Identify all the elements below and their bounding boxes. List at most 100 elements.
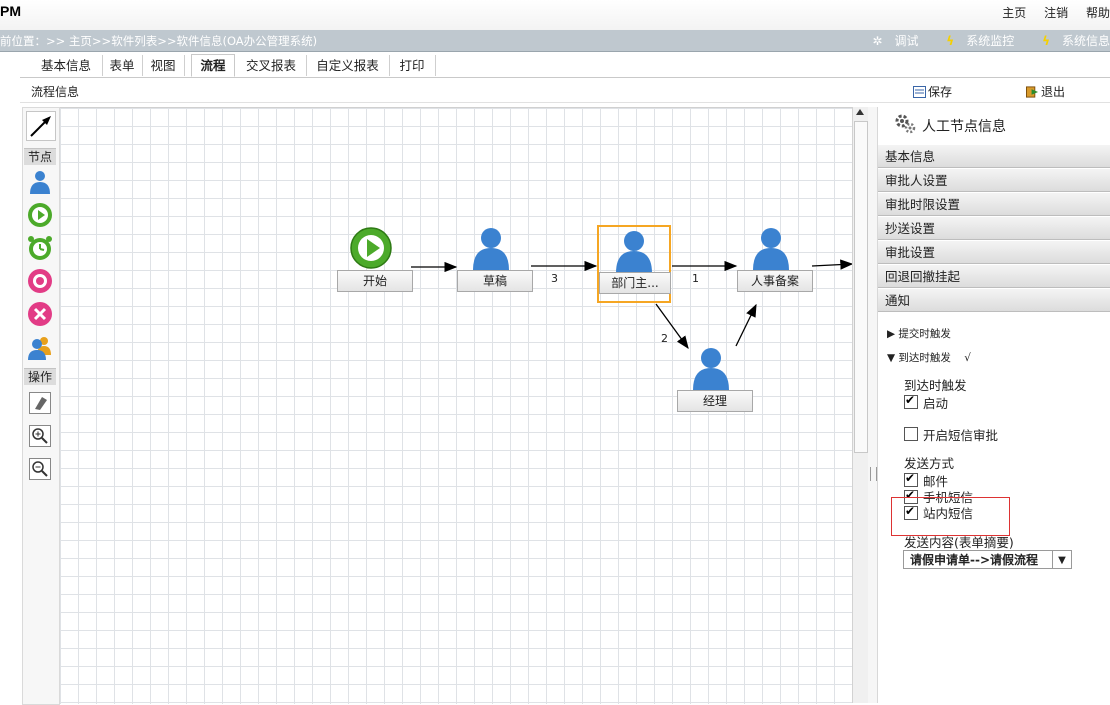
eraser-icon (29, 392, 51, 414)
node-label-dept-head: 部门主... (599, 272, 671, 294)
person-icon (693, 348, 729, 390)
section-time-limit-settings[interactable]: 审批时限设置 (878, 193, 1110, 216)
edge-label-draft-dept: 3 (551, 272, 558, 285)
app-logo: PM (0, 3, 21, 19)
scroll-up-arrow-icon[interactable] (856, 109, 864, 115)
zoom-in-icon (29, 425, 51, 447)
person-icon (30, 171, 50, 194)
section-rollback-settings[interactable]: 回退回撤挂起 (878, 265, 1110, 288)
tab-print[interactable]: 打印 (389, 55, 436, 76)
section-approval-settings[interactable]: 审批设置 (878, 241, 1110, 264)
flow-node-manager[interactable]: 经理 (677, 346, 753, 412)
tab-flow[interactable]: 流程 (191, 54, 235, 77)
save-icon (913, 86, 926, 98)
scroll-thumb[interactable] (854, 121, 868, 453)
arrive-trigger-toggle[interactable]: ▼ 到达时触发 √ (887, 350, 971, 365)
save-button[interactable]: 保存 (913, 83, 952, 100)
select-pointer-tool[interactable] (26, 111, 56, 141)
sms-approve-label: 开启短信审批 (923, 428, 999, 443)
section-notify[interactable]: 通知 (878, 289, 1110, 312)
submit-trigger-toggle[interactable]: ▶ 提交时触发 (887, 326, 951, 341)
zoom-in-tool[interactable] (26, 422, 54, 450)
person-icon (473, 228, 509, 270)
gear-icon (895, 114, 916, 134)
close-icon (28, 302, 52, 326)
edge-label-dept-manager: 2 (661, 332, 668, 345)
top-links: 主页 注销 帮助 (988, 4, 1110, 21)
start-play-icon (350, 227, 392, 269)
node-label-manager: 经理 (677, 390, 753, 412)
edge-manager-hr (735, 303, 757, 347)
node-label-start: 开始 (337, 270, 413, 292)
flow-title: 流程信息 (31, 85, 80, 99)
section-cc-settings[interactable]: 抄送设置 (878, 217, 1110, 240)
home-link[interactable]: 主页 (1002, 6, 1026, 20)
sms-approve-checkbox[interactable] (904, 427, 918, 441)
debug-icon: ✲ (872, 34, 883, 48)
content-select[interactable]: 请假申请单-->请假流程 ▼ (903, 550, 1072, 569)
nodes-section-label: 节点 (24, 148, 56, 165)
eraser-tool[interactable] (26, 389, 54, 417)
canvas-scrollbar[interactable] (852, 107, 868, 703)
help-link[interactable]: 帮助 (1086, 6, 1110, 20)
zoom-out-icon (29, 458, 51, 480)
person-icon (616, 231, 652, 273)
debug-button[interactable]: ✲ 调试 (860, 34, 918, 48)
group-node-tool[interactable] (26, 333, 54, 361)
arrive-trigger-title: 到达时触发 (904, 378, 967, 393)
system-info-button[interactable]: ϟ 系统信息 (1030, 34, 1110, 48)
panel-title: 人工节点信息 (922, 119, 1006, 135)
exit-icon (1026, 86, 1039, 98)
zoom-out-tool[interactable] (26, 455, 54, 483)
node-label-draft: 草稿 (457, 270, 533, 292)
tab-cross-report[interactable]: 交叉报表 (236, 55, 307, 76)
play-icon (28, 203, 52, 227)
panel-splitter[interactable] (868, 107, 878, 703)
header-tools: ✲ 调试 ϟ 系统监控 ϟ 系统信息 (848, 32, 1110, 49)
flow-node-start[interactable]: 开始 (337, 226, 413, 292)
breadcrumb-bar: 前位置：>> 主页>>软件列表>>软件信息(OA办公管理系统) ✲ 调试 ϟ 系统监… (0, 30, 1110, 52)
splitter-grip-icon (870, 467, 877, 481)
flow-title-bar: 流程信息 保存 退出 (20, 80, 1110, 103)
stop-target-icon (28, 269, 52, 293)
tab-basic-info[interactable]: 基本信息 (30, 55, 103, 76)
panel-header: 人工节点信息 (878, 107, 1110, 146)
chevron-down-icon: ▼ (1052, 551, 1071, 568)
section-basic-info[interactable]: 基本信息 (878, 145, 1110, 168)
flow-node-draft[interactable]: 草稿 (457, 226, 533, 292)
system-monitor-button[interactable]: ϟ 系统监控 (934, 34, 1014, 48)
enable-checkbox[interactable] (904, 393, 918, 409)
flow-node-hr-record[interactable]: 人事备案 (737, 226, 813, 292)
send-mode-title: 发送方式 (904, 456, 955, 471)
person-icon (753, 228, 789, 270)
alarm-clock-icon (28, 236, 52, 260)
flow-node-dept-head[interactable]: 部门主... (597, 225, 671, 303)
tab-view[interactable]: 视图 (142, 55, 185, 76)
node-info-panel: 人工节点信息 基本信息 审批人设置 审批时限设置 抄送设置 审批设置 回退回撤挂… (878, 107, 1110, 703)
lightning-icon: ϟ (946, 34, 955, 48)
flow-canvas[interactable]: 3 1 2 开始 草稿 部门主... 人事备案 经理 (60, 107, 852, 704)
breadcrumb: 前位置：>> 主页>>软件列表>>软件信息(OA办公管理系统) (0, 34, 318, 48)
logout-link[interactable]: 注销 (1044, 6, 1068, 20)
pointer-arrow-icon (30, 116, 51, 137)
tab-form[interactable]: 表单 (102, 55, 143, 76)
tab-custom-report[interactable]: 自定义报表 (306, 55, 390, 76)
cancel-node-tool[interactable] (26, 300, 54, 328)
section-approver-settings[interactable]: 审批人设置 (878, 169, 1110, 192)
email-checkbox[interactable] (904, 471, 918, 487)
node-toolbox: 节点 操作 (22, 107, 60, 705)
edge-label-dept-hr: 1 (692, 272, 699, 285)
timer-node-tool[interactable] (26, 234, 54, 262)
exit-button[interactable]: 退出 (1026, 83, 1065, 100)
arrive-check-mark: √ (964, 352, 971, 364)
top-bar: PM 主页 注销 帮助 (0, 0, 1110, 31)
start-node-tool[interactable] (26, 201, 54, 229)
end-node-tool[interactable] (26, 267, 54, 295)
operations-section-label: 操作 (24, 368, 56, 385)
users-group-icon (28, 337, 51, 360)
enable-label: 启动 (923, 396, 949, 411)
lightning-icon: ϟ (1042, 34, 1050, 48)
human-node-tool[interactable] (26, 168, 54, 196)
node-label-hr-record: 人事备案 (737, 270, 813, 292)
highlight-box (891, 497, 1010, 536)
